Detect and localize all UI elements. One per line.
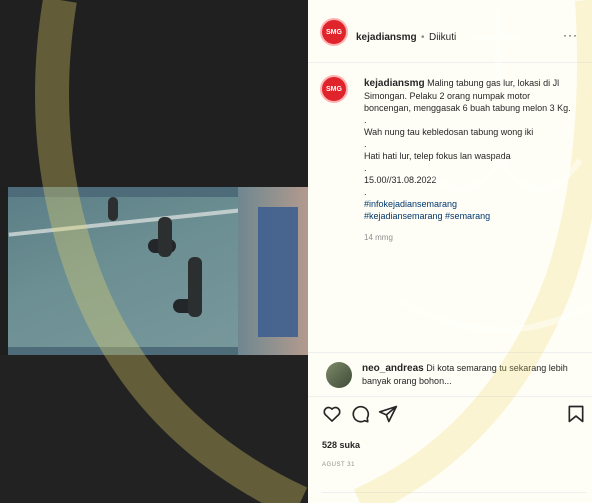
comment-item: neo_andreas Di kota semarang tu sekarang… [322,360,586,388]
header-username[interactable]: kejadiansmg [356,32,417,43]
caption-dot: . [364,187,367,197]
more-options-icon[interactable]: ··· [563,28,578,42]
caption-line: Wah nung tau kebledosan tabung wong iki [364,127,534,137]
send-icon[interactable] [378,404,398,424]
like-count[interactable]: 528 suka [322,440,360,450]
divider [308,396,592,397]
post-detail-panel: SMG kejadiansmg • Diikuti ··· SMG kejadi… [308,0,592,503]
post-caption: kejadiansmg Maling tabung gas lur, lokas… [364,77,579,244]
post-date: AGUST 31 [322,462,355,468]
avatar-logo-text: SMG [326,85,342,93]
caption-username[interactable]: kejadiansmg [364,78,425,89]
video-person [108,197,118,221]
video-shop-sign [258,207,298,337]
media-letterbox-top [0,0,308,187]
post-header: SMG kejadiansmg • Diikuti ··· [308,0,592,63]
bookmark-icon[interactable] [566,404,586,424]
commenter-avatar[interactable] [326,362,352,388]
video-frame[interactable] [8,187,308,355]
header-separator: • [421,32,425,43]
follow-button[interactable]: Diikuti [429,32,456,43]
caption-dot: . [364,139,367,149]
hashtag-link[interactable]: #kejadiansemarang #semarang [364,210,579,222]
caption-avatar[interactable]: SMG [320,75,348,103]
avatar-logo-text: SMG [326,28,342,36]
divider [308,352,592,353]
comment-body: neo_andreas Di kota semarang tu sekarang… [362,362,578,387]
commenter-username[interactable]: neo_andreas [362,363,424,374]
comment-icon[interactable] [350,404,370,424]
action-bar [322,404,586,426]
caption-age: 14 mmg [364,233,393,242]
heart-icon[interactable] [322,404,342,424]
video-person [188,257,202,317]
post-media[interactable] [0,0,308,503]
caption-timestamp: 15.00//31.08.2022 [364,175,437,185]
caption-line: Hati hati lur, telep fokus lan waspada [364,151,511,161]
header-meta: kejadiansmg • Diikuti [356,27,456,45]
add-comment-bar[interactable] [322,492,586,504]
media-letterbox-bottom [0,355,308,503]
hashtag-link[interactable]: #infokejadiansemarang [364,198,579,210]
account-avatar[interactable]: SMG [320,18,348,46]
video-rider [158,217,172,257]
caption-dot: . [364,163,367,173]
caption-dot: . [364,115,367,125]
